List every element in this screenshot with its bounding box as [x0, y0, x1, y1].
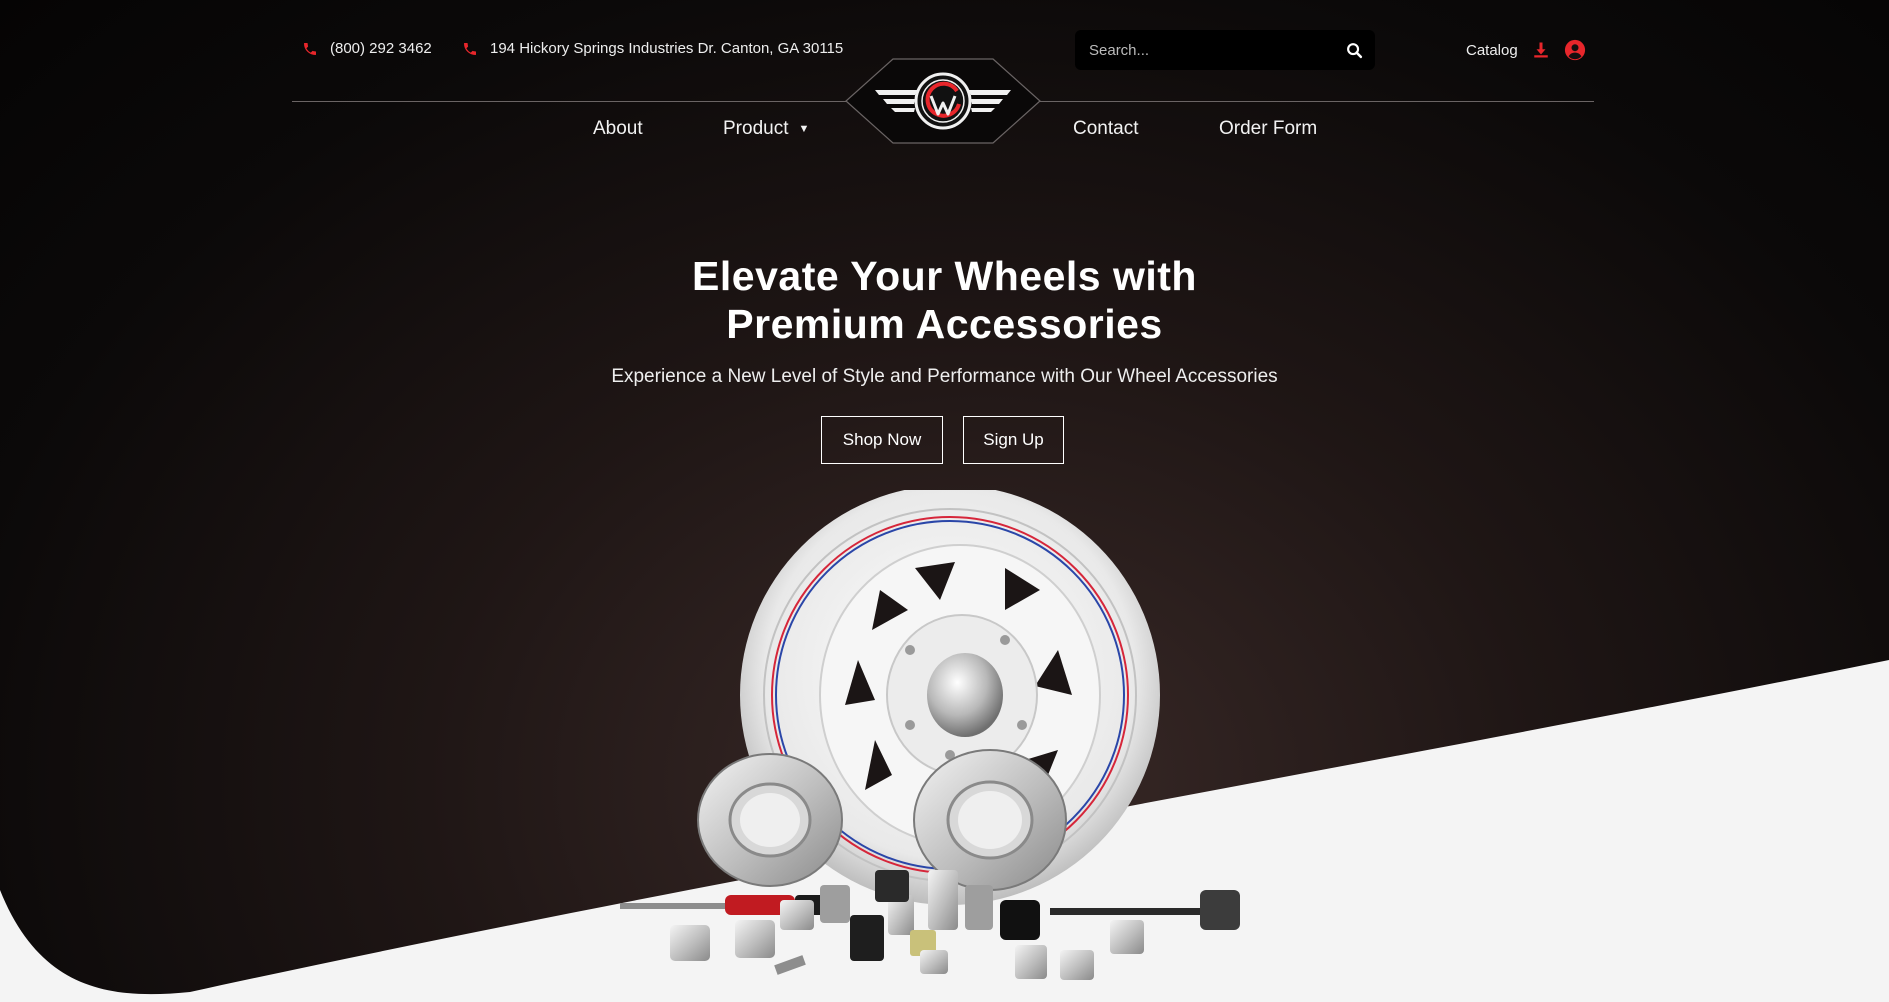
chevron-down-icon: ▼ — [798, 123, 810, 135]
search-bar — [1075, 30, 1375, 70]
logo[interactable] — [845, 58, 1041, 144]
search-icon[interactable] — [1346, 42, 1363, 59]
address-text: 194 Hickory Springs Industries Dr. Canto… — [490, 40, 844, 57]
user-icon[interactable] — [1564, 39, 1586, 61]
address-contact[interactable]: 194 Hickory Springs Industries Dr. Canto… — [462, 40, 843, 57]
shop-now-button[interactable]: Shop Now — [821, 416, 943, 464]
wheel-accessories-image — [620, 490, 1240, 980]
sign-up-button[interactable]: Sign Up — [963, 416, 1064, 464]
catalog-link[interactable]: Catalog — [1466, 42, 1518, 59]
search-input[interactable] — [1087, 40, 1331, 60]
nav-order-form[interactable]: Order Form — [1219, 118, 1317, 140]
hero-title-line2: Premium Accessories — [726, 301, 1163, 347]
phone-icon — [304, 42, 316, 55]
download-icon[interactable] — [1532, 41, 1550, 59]
hero-title-line1: Elevate Your Wheels with — [692, 253, 1197, 299]
phone-icon — [464, 42, 476, 55]
header-tools: Catalog — [1466, 39, 1586, 61]
phone-contact[interactable]: (800) 292 3462 — [302, 40, 432, 57]
hero-title: Elevate Your Wheels with Premium Accesso… — [0, 252, 1889, 348]
phone-number: (800) 292 3462 — [330, 40, 432, 57]
nav-about[interactable]: About — [593, 118, 643, 140]
nav-product[interactable]: Product ▼ — [723, 118, 809, 140]
nav-product-label: Product — [723, 118, 789, 139]
nav-contact[interactable]: Contact — [1073, 118, 1138, 140]
hero-subtitle: Experience a New Level of Style and Perf… — [611, 366, 1278, 387]
